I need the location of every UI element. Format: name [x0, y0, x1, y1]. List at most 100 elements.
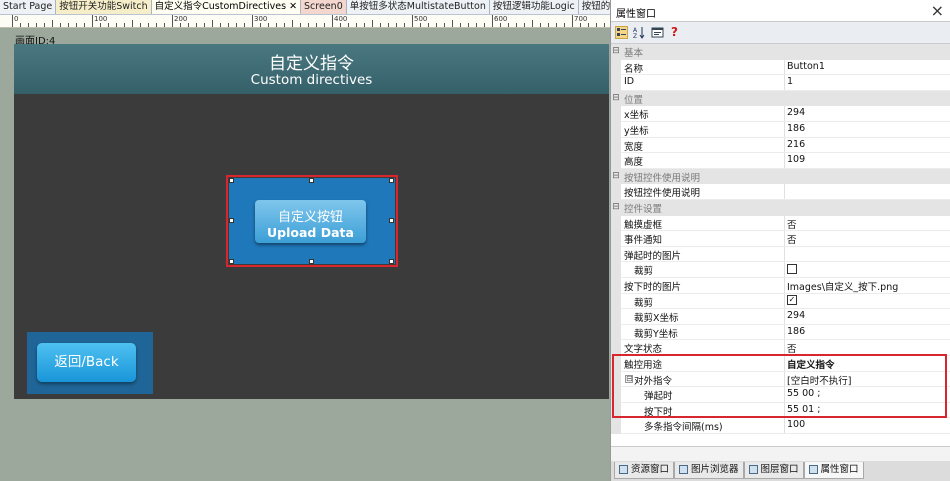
ruler-tick: [52, 20, 53, 27]
screen-header-banner: 自定义指令 Custom directives: [14, 44, 609, 94]
column-divider[interactable]: [784, 215, 785, 232]
ruler-tick: [268, 23, 269, 27]
ruler-tick: [588, 23, 589, 27]
property-value[interactable]: 109: [787, 154, 805, 165]
resize-handle-sw[interactable]: [229, 259, 234, 264]
ruler-tick: [548, 23, 549, 27]
property-value[interactable]: 186: [787, 326, 805, 337]
property-row[interactable]: y坐标 186: [611, 122, 950, 138]
property-value[interactable]: 186: [787, 123, 805, 134]
help-icon[interactable]: ?: [668, 26, 681, 39]
tab-0[interactable]: Start Page: [0, 0, 57, 14]
property-value[interactable]: Button1: [787, 61, 825, 72]
ruler-tick: [28, 23, 29, 27]
column-divider[interactable]: [784, 184, 785, 200]
ruler-tick: [68, 23, 69, 27]
resize-handle-w[interactable]: [229, 218, 234, 223]
property-category[interactable]: ⊟ 基本: [611, 44, 950, 60]
collapse-icon[interactable]: ⊟: [611, 90, 621, 107]
property-category[interactable]: ⊟ 按钮控件使用说明: [611, 168, 950, 185]
column-divider[interactable]: [784, 75, 785, 91]
dock-tab-2[interactable]: 图层窗口: [743, 462, 804, 479]
property-value[interactable]: 216: [787, 139, 805, 150]
tab-5[interactable]: 按钮逻辑功能Logic: [489, 0, 579, 14]
column-divider[interactable]: [784, 122, 785, 138]
column-divider[interactable]: [784, 153, 785, 169]
property-row[interactable]: 裁剪: [611, 262, 950, 278]
property-row[interactable]: 触摸虚框 否: [611, 215, 950, 232]
column-divider[interactable]: [784, 418, 785, 434]
column-divider[interactable]: [784, 231, 785, 247]
tab-1[interactable]: 按钮开关功能Switch: [56, 0, 152, 14]
column-divider[interactable]: [784, 246, 785, 263]
ruler-tick: [156, 23, 157, 27]
property-value[interactable]: 否: [787, 217, 797, 231]
resize-handle-se[interactable]: [389, 259, 394, 264]
checked-checkbox[interactable]: ✓: [787, 295, 797, 306]
unchecked-checkbox[interactable]: [787, 263, 797, 274]
resize-handle-n[interactable]: [309, 178, 314, 183]
property-row[interactable]: 裁剪 ✓: [611, 293, 950, 310]
property-pages-icon[interactable]: [651, 26, 664, 39]
ruler-tick: [460, 23, 461, 27]
collapse-icon[interactable]: ⊟: [611, 44, 621, 60]
property-row[interactable]: 弹起时的图片: [611, 246, 950, 263]
property-value[interactable]: 294: [787, 107, 805, 118]
property-row[interactable]: 名称 Button1: [611, 59, 950, 76]
property-row[interactable]: 裁剪Y坐标 186: [611, 324, 950, 341]
column-divider[interactable]: [784, 324, 785, 341]
property-name: 按钮控件使用说明: [624, 172, 701, 184]
close-icon[interactable]: ×: [931, 1, 944, 20]
column-divider[interactable]: [784, 293, 785, 310]
property-value[interactable]: 100: [787, 419, 805, 430]
property-value[interactable]: 否: [787, 232, 797, 246]
ruler-label: 200: [174, 15, 188, 23]
tab-close-icon[interactable]: ✕: [289, 1, 297, 12]
tab-6[interactable]: 按钮的禁止与使: [578, 0, 610, 14]
column-divider[interactable]: [784, 59, 785, 76]
property-row[interactable]: 事件通知 否: [611, 231, 950, 247]
column-divider[interactable]: [784, 309, 785, 325]
property-value[interactable]: ✓: [787, 295, 797, 306]
property-row[interactable]: 按钮控件使用说明: [611, 184, 950, 200]
property-value[interactable]: Images\自定义_按下.png: [787, 279, 898, 293]
row-gutter: [611, 418, 621, 434]
property-row[interactable]: ID 1: [611, 75, 950, 91]
property-row[interactable]: x坐标 294: [611, 106, 950, 122]
tab-3[interactable]: Screen0: [301, 0, 347, 14]
tab-label: 按钮逻辑功能Logic: [492, 1, 575, 12]
back-button[interactable]: 返回/Back: [37, 343, 136, 382]
property-row[interactable]: 按下时的图片 Images\自定义_按下.png: [611, 278, 950, 294]
property-value[interactable]: [787, 263, 797, 274]
svg-text:Z: Z: [633, 33, 637, 39]
sort-az-icon[interactable]: AZ: [633, 26, 646, 40]
property-row[interactable]: 多条指令间隔(ms) 100: [611, 418, 950, 434]
resize-handle-nw[interactable]: [229, 178, 234, 183]
property-value[interactable]: 1: [787, 76, 793, 87]
column-divider[interactable]: [784, 106, 785, 122]
resize-handle-e[interactable]: [389, 218, 394, 223]
property-row[interactable]: 高度 109: [611, 153, 950, 169]
ruler-tick: [348, 23, 349, 27]
resize-handle-ne[interactable]: [389, 178, 394, 183]
tab-4[interactable]: 单按钮多状态MultistateButton: [346, 0, 490, 14]
dock-tab-bar: 资源窗口 图片浏览器 图层窗口 属性窗口: [611, 461, 950, 481]
property-category[interactable]: ⊟ 控件设置: [611, 200, 950, 216]
column-divider[interactable]: [784, 278, 785, 294]
property-value[interactable]: 294: [787, 310, 805, 321]
dock-tab-3[interactable]: 属性窗口: [803, 462, 864, 479]
categorized-icon[interactable]: [615, 26, 628, 39]
resize-handle-s[interactable]: [309, 259, 314, 264]
column-divider[interactable]: [784, 262, 785, 278]
property-row[interactable]: 裁剪X坐标 294: [611, 309, 950, 325]
ruler-tick: [220, 23, 221, 27]
collapse-icon[interactable]: ⊟: [611, 168, 621, 185]
dock-tab-0[interactable]: 资源窗口: [614, 462, 675, 479]
dock-tab-1[interactable]: 图片浏览器: [674, 462, 744, 479]
property-category[interactable]: ⊟ 位置: [611, 90, 950, 107]
ruler-tick: [332, 15, 333, 27]
column-divider[interactable]: [784, 137, 785, 154]
collapse-icon[interactable]: ⊟: [611, 200, 621, 216]
property-row[interactable]: 宽度 216: [611, 137, 950, 154]
tab-2[interactable]: 自定义指令CustomDirectives ✕: [151, 0, 302, 14]
